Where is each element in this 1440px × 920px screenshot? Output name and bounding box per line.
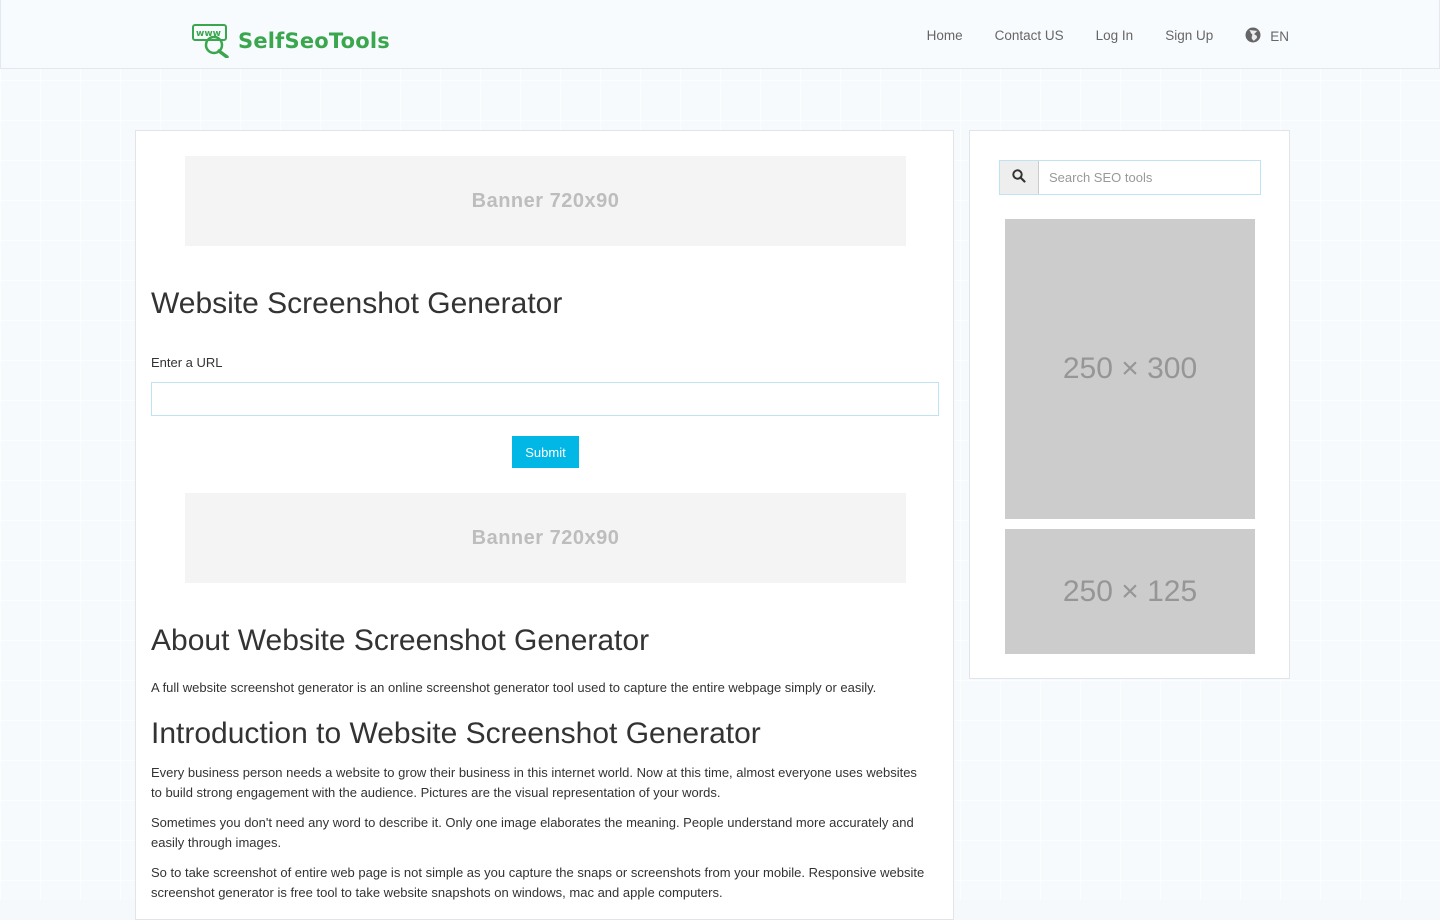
search-button[interactable] — [1000, 161, 1039, 194]
intro-paragraph-1: Every business person needs a website to… — [151, 765, 917, 800]
banner-ad-bottom[interactable]: Banner 720x90 — [185, 493, 906, 583]
about-text: A full website screenshot generator is a… — [151, 680, 877, 695]
nav-login[interactable]: Log In — [1096, 26, 1134, 46]
site-logo[interactable]: www SelfSeoTools — [192, 24, 390, 59]
about-heading: About Website Screenshot Generator — [151, 624, 650, 657]
search-box — [999, 160, 1261, 195]
language-label: EN — [1270, 28, 1289, 44]
sidebar-ad-large[interactable]: 250 × 300 — [1005, 219, 1255, 519]
nav-contact[interactable]: Contact US — [995, 26, 1064, 46]
page-title: Website Screenshot Generator — [151, 287, 563, 320]
brand-name: SelfSeoTools — [238, 29, 390, 53]
nav-home[interactable]: Home — [927, 26, 963, 46]
main-content: Banner 720x90 Website Screenshot Generat… — [135, 130, 954, 920]
url-input[interactable] — [151, 382, 939, 416]
magnifier-www-icon: www — [192, 24, 230, 59]
globe-icon — [1245, 27, 1270, 46]
submit-button[interactable]: Submit — [512, 436, 579, 468]
language-selector[interactable]: EN — [1245, 27, 1289, 46]
intro-paragraph-2: Sometimes you don't need any word to des… — [151, 815, 914, 850]
search-icon — [1012, 169, 1026, 186]
intro-heading: Introduction to Website Screenshot Gener… — [151, 717, 761, 750]
top-nav: Home Contact US Log In Sign Up EN — [895, 26, 1289, 46]
intro-paragraph-3: So to take screenshot of entire web page… — [151, 865, 925, 900]
site-header: www SelfSeoTools Home Contact US Log In … — [0, 0, 1440, 69]
sidebar: 250 × 300 250 × 125 — [969, 130, 1290, 679]
nav-signup[interactable]: Sign Up — [1165, 26, 1213, 46]
sidebar-ad-small[interactable]: 250 × 125 — [1005, 529, 1255, 654]
url-label: Enter a URL — [151, 355, 223, 370]
search-input[interactable] — [1039, 161, 1260, 194]
banner-ad-top[interactable]: Banner 720x90 — [185, 156, 906, 246]
